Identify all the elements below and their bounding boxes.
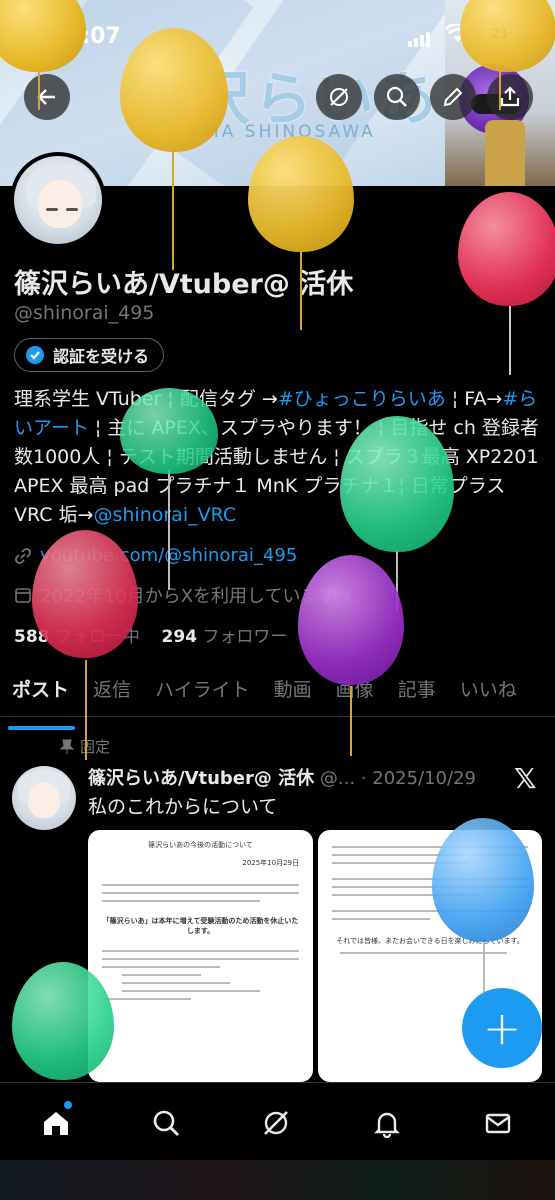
get-verified-button[interactable]: 認証を受ける	[14, 338, 165, 372]
followers-count: 294	[161, 627, 198, 647]
followers-label: フォロワー	[202, 627, 288, 647]
home-indicator-area	[0, 1160, 555, 1200]
pin-icon	[60, 739, 74, 754]
balloon-red	[32, 530, 138, 658]
home-notification-dot	[64, 1101, 72, 1109]
search-icon	[153, 1110, 179, 1136]
get-verified-label: 認証を受ける	[53, 347, 150, 366]
share-icon	[500, 86, 520, 107]
messages-icon	[485, 1113, 511, 1134]
tab-replies[interactable]: 返信	[81, 665, 143, 716]
tab-videos[interactable]: 動画	[262, 665, 324, 716]
nav-grok[interactable]	[256, 1103, 296, 1143]
tab-likes[interactable]: いいね	[448, 665, 529, 716]
post-author-name[interactable]: 篠沢らいあ/Vtuber@ 活休	[88, 768, 314, 789]
cellular-signal-icon	[408, 28, 432, 47]
home-icon	[44, 1112, 68, 1135]
link-icon	[15, 547, 31, 564]
balloon-green	[340, 416, 454, 552]
balloon-red	[458, 192, 555, 306]
x-logo-icon: 𝕏	[514, 762, 537, 795]
profile-handle: @shinorai_495	[14, 302, 155, 324]
profile-tabs: ポスト 返信 ハイライト 動画 画像 記事 いいね	[0, 665, 555, 730]
profile-bio: 理系学生 VTuber ¦ 配信タグ →#ひょっこりらいあ ¦ FA→#らいアー…	[14, 385, 544, 530]
balloon-blue	[432, 818, 534, 942]
search-icon	[386, 86, 407, 107]
followers-link[interactable]: 294 フォロワー	[162, 627, 288, 647]
back-button[interactable]	[24, 74, 70, 120]
post-image-1[interactable]: 篠沢らいあの今後の活動について 2025年10月29日 「篠沢らいあ」は本年に増…	[88, 830, 313, 1082]
doc1-date: 2025年10月29日	[242, 859, 299, 867]
balloon-purple	[298, 555, 404, 685]
bio-text: ¦ FA→	[445, 388, 503, 410]
edit-button[interactable]	[430, 74, 476, 120]
verified-badge-icon	[26, 346, 44, 364]
tab-posts[interactable]: ポスト	[0, 665, 81, 730]
nav-notifications[interactable]	[367, 1103, 407, 1143]
post-author-avatar[interactable]	[12, 766, 76, 830]
profile-avatar[interactable]	[10, 152, 106, 248]
bio-hashtag-link[interactable]: #ひょっこりらいあ	[278, 388, 446, 410]
doc1-heading: 「篠沢らいあ」は本年に増えて受験活動のため活動を休止いたします。	[102, 917, 299, 935]
grok-button[interactable]	[316, 74, 362, 120]
tab-articles[interactable]: 記事	[386, 665, 448, 716]
profile-display-name: 篠沢らいあ/Vtuber@ 活休	[14, 269, 354, 300]
balloon-green	[12, 962, 114, 1080]
edit-icon	[443, 87, 463, 107]
doc1-title: 篠沢らいあの今後の活動について	[148, 841, 253, 849]
balloon-yellow	[120, 28, 228, 152]
post-text: 私のこれからについて	[88, 796, 278, 818]
balloon-green	[120, 388, 218, 474]
tab-highlights[interactable]: ハイライト	[143, 665, 262, 716]
search-button[interactable]	[374, 74, 420, 120]
bio-mention-link[interactable]: @shinorai_VRC	[93, 504, 236, 526]
compose-post-button[interactable]: +	[462, 988, 542, 1068]
calendar-icon	[15, 588, 31, 603]
grok-icon	[330, 88, 348, 106]
nav-home[interactable]	[36, 1103, 76, 1143]
notifications-icon	[374, 1112, 400, 1138]
grok-icon	[264, 1111, 288, 1135]
post-handle-date: @... · 2025/10/29	[319, 768, 476, 789]
balloon-yellow	[460, 0, 555, 72]
share-button[interactable]	[487, 74, 533, 120]
balloon-yellow	[248, 136, 354, 252]
nav-messages[interactable]	[478, 1103, 518, 1143]
post-header: 篠沢らいあ/Vtuber@ 活休 @... · 2025/10/29	[88, 764, 476, 790]
nav-search[interactable]	[146, 1103, 186, 1143]
